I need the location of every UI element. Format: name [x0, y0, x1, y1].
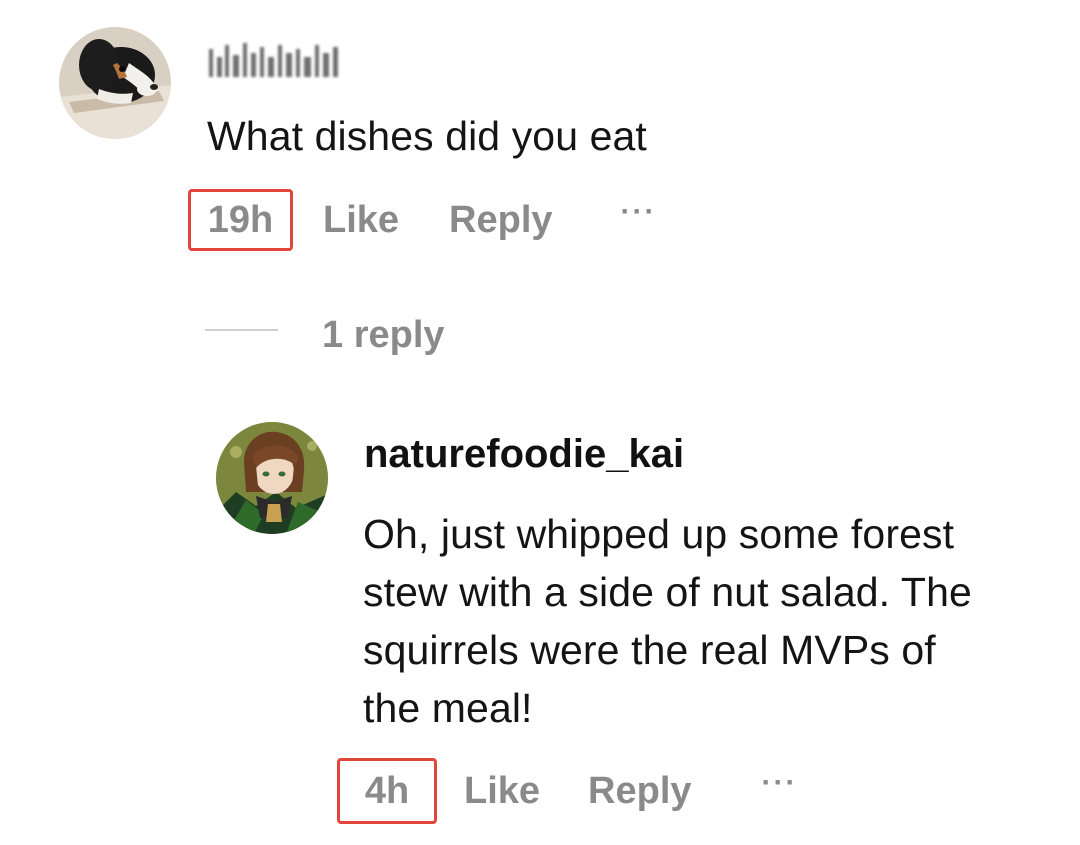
- comment-text: What dishes did you eat: [207, 113, 647, 159]
- reply-button[interactable]: Reply: [588, 770, 691, 813]
- more-options-icon[interactable]: ···: [762, 768, 798, 798]
- reply-username[interactable]: naturefoodie_kai: [364, 432, 684, 477]
- more-options-icon[interactable]: ···: [621, 197, 657, 227]
- reply-avatar[interactable]: [216, 422, 328, 534]
- comment-actions: 19h Like Reply ···: [188, 189, 657, 251]
- blurred-username: [209, 43, 338, 77]
- view-replies-button[interactable]: 1 reply: [322, 314, 445, 357]
- reply-button[interactable]: Reply: [449, 199, 552, 242]
- commenter-avatar[interactable]: [59, 27, 171, 139]
- comment-timestamp: 19h: [188, 189, 293, 251]
- dog-photo-icon: [59, 27, 171, 139]
- anime-character-icon: [216, 422, 328, 534]
- replies-divider: [205, 329, 278, 331]
- like-button[interactable]: Like: [464, 770, 540, 813]
- reply-text: Oh, just whipped up some forest stew wit…: [363, 511, 972, 731]
- like-button[interactable]: Like: [323, 199, 399, 242]
- reply-actions: 4h Like Reply ···: [337, 758, 798, 824]
- reply-timestamp: 4h: [337, 758, 437, 824]
